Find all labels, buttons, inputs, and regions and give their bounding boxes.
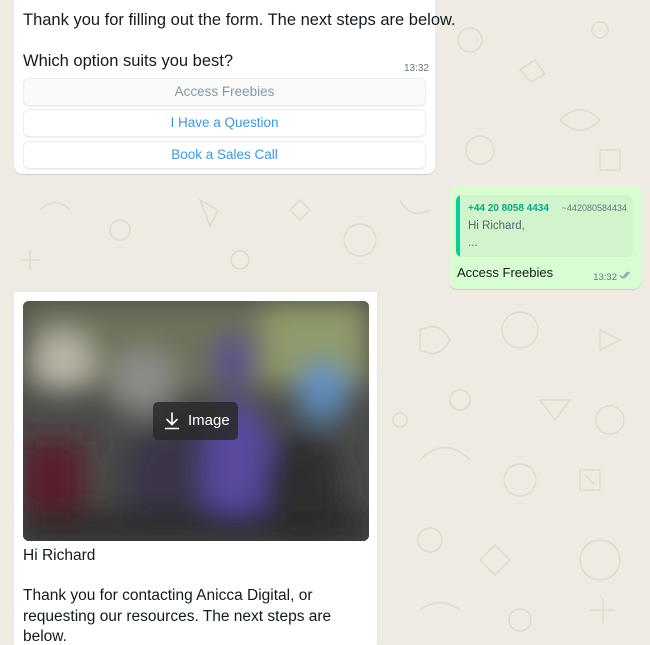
message-text: Thank you for filling out the form. The … (23, 11, 456, 29)
quoted-text-ellipsis: ... (468, 237, 478, 249)
download-label: Image (188, 412, 230, 429)
quoted-sender-phone: +44 20 8058 4434 (468, 203, 549, 214)
download-image-button[interactable]: Image (153, 402, 238, 440)
message-timestamp: 13:32 (403, 63, 429, 74)
message-question: Which option suits you best? (23, 52, 234, 70)
message-body-line: requesting our resources. The next steps… (23, 608, 332, 625)
incoming-message-options: Thank you for filling out the form. The … (14, 0, 456, 174)
message-body-line: Thank you for contacting Anicca Digital,… (23, 587, 313, 604)
incoming-image-message: Image Hi Richard Thank you for contactin… (14, 292, 377, 645)
download-icon (164, 412, 180, 430)
double-check-icon (619, 271, 630, 279)
quoted-message[interactable]: +44 20 8058 4434 ~442080584434 Hi Richar… (456, 195, 633, 257)
outgoing-reply-message: +44 20 8058 4434 ~442080584434 Hi Richar… (449, 186, 641, 289)
message-timestamp: 13:32 (593, 272, 617, 283)
book-sales-call-button[interactable]: Book a Sales Call (23, 141, 426, 169)
access-freebies-button[interactable]: Access Freebies (23, 78, 426, 106)
quoted-text-line: Hi Richard, (468, 220, 525, 232)
have-a-question-button[interactable]: I Have a Question (23, 109, 426, 137)
image-thumbnail[interactable]: Image (23, 301, 369, 541)
reply-text: Access Freebies (457, 265, 554, 280)
quote-accent-bar (456, 195, 460, 257)
message-greeting: Hi Richard (23, 547, 96, 564)
message-body-line: below. (23, 628, 67, 645)
quoted-sender-pushname: ~442080584434 (561, 203, 627, 213)
